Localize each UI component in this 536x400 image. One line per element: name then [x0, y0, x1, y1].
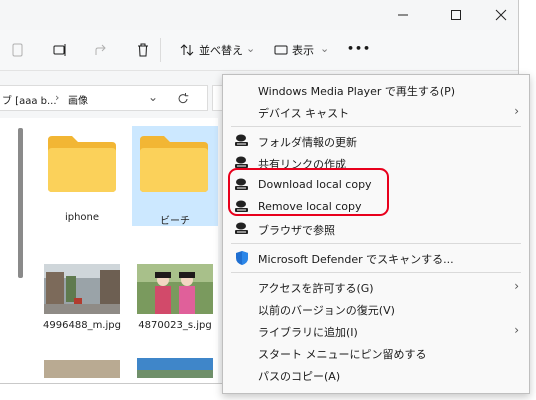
close-button[interactable]: [478, 0, 524, 30]
menu-item-copy-path[interactable]: パスのコピー(A): [223, 364, 529, 386]
menu-separator: [231, 126, 521, 127]
menu-separator: [231, 243, 521, 244]
chevron-right-icon: ›: [514, 323, 519, 337]
breadcrumb-part1[interactable]: ブ [aaa b...: [2, 92, 57, 107]
photo-thumbnail: [137, 358, 213, 378]
image-item[interactable]: [137, 358, 213, 378]
share-button[interactable]: [91, 40, 111, 60]
cloud-sync-icon: [235, 222, 248, 234]
address-bar[interactable]: ブ [aaa b... › 画像 ⌄: [0, 85, 208, 111]
menu-item-defender-scan[interactable]: Microsoft Defender でスキャンする...: [223, 247, 529, 269]
rename-button[interactable]: [50, 40, 70, 60]
share-icon: [95, 44, 106, 55]
toolbar-divider: [160, 38, 161, 62]
chevron-down-icon: ⌄: [246, 42, 256, 55]
image-item[interactable]: 4870023_s.jpg: [132, 260, 218, 338]
refresh-icon[interactable]: [176, 92, 190, 106]
minimize-icon: [398, 14, 408, 16]
breadcrumb-part2[interactable]: 画像: [68, 92, 88, 107]
copy-button[interactable]: [8, 40, 28, 60]
folder-item-beach[interactable]: ビーチ: [132, 126, 218, 227]
image-label: 4870023_s.jpg: [138, 320, 212, 331]
sort-button[interactable]: 並べ替え: [199, 42, 243, 58]
title-bar: [0, 0, 518, 30]
chevron-right-icon: ›: [514, 104, 519, 118]
menu-separator: [231, 272, 521, 273]
menu-item-refresh-folder-info[interactable]: フォルダ情報の更新: [223, 130, 529, 152]
delete-button[interactable]: [133, 40, 153, 60]
cloud-sync-icon: [235, 134, 248, 146]
menu-item-browse-in-browser[interactable]: ブラウザで参照: [223, 218, 529, 240]
kimono-photo-thumbnail: [137, 264, 213, 314]
menu-item-include-in-library[interactable]: ライブラリに追加(I) ›: [223, 320, 529, 342]
maximize-button[interactable]: [433, 0, 479, 30]
folder-label: ビーチ: [160, 216, 190, 227]
shield-icon: [236, 251, 248, 265]
menu-item-restore-previous-versions[interactable]: 以前のバージョンの復元(V): [223, 298, 529, 320]
menu-item-play-wmp[interactable]: Windows Media Player で再生する(P): [223, 79, 529, 101]
image-item[interactable]: [44, 360, 120, 378]
search-box[interactable]: [212, 85, 222, 111]
menu-item-give-access[interactable]: アクセスを許可する(G) ›: [223, 276, 529, 298]
chevron-down-icon: ⌄: [320, 42, 330, 55]
copy-icon: [12, 43, 23, 57]
street-photo-thumbnail: [44, 264, 120, 314]
more-options-button[interactable]: •••: [347, 42, 371, 55]
image-label: 4996488_m.jpg: [43, 320, 121, 331]
chevron-right-icon: ›: [514, 279, 519, 293]
chevron-down-icon[interactable]: ⌄: [148, 90, 158, 104]
scrollbar[interactable]: [18, 128, 23, 278]
folder-icon: [48, 136, 116, 192]
folder-label: iphone: [64, 212, 100, 223]
menu-item-device-cast[interactable]: デバイス キャスト ›: [223, 101, 529, 123]
photo-thumbnail: [44, 360, 120, 378]
close-icon: [495, 9, 507, 21]
context-menu: Windows Media Player で再生する(P) デバイス キャスト …: [222, 74, 530, 394]
view-icon: [271, 40, 291, 60]
breadcrumb-separator: ›: [55, 91, 60, 104]
trash-icon: [138, 43, 148, 57]
menu-item-pin-to-start[interactable]: スタート メニューにピン留めする: [223, 342, 529, 364]
highlight-annotation: [228, 168, 389, 216]
file-view: iphone ビーチ 4996488_m.jpg 4870023_s.jpg: [0, 118, 218, 383]
minimize-button[interactable]: [380, 0, 426, 30]
folder-icon: [140, 136, 208, 192]
view-button[interactable]: 表示: [292, 42, 314, 58]
toolbar: 並べ替え ⌄ 表示 ⌄ •••: [0, 30, 518, 71]
folder-item-iphone[interactable]: iphone: [42, 126, 122, 226]
image-item[interactable]: 4996488_m.jpg: [40, 260, 124, 338]
rename-icon: [53, 44, 66, 56]
maximize-icon: [451, 10, 461, 20]
sort-icon: [177, 40, 197, 60]
